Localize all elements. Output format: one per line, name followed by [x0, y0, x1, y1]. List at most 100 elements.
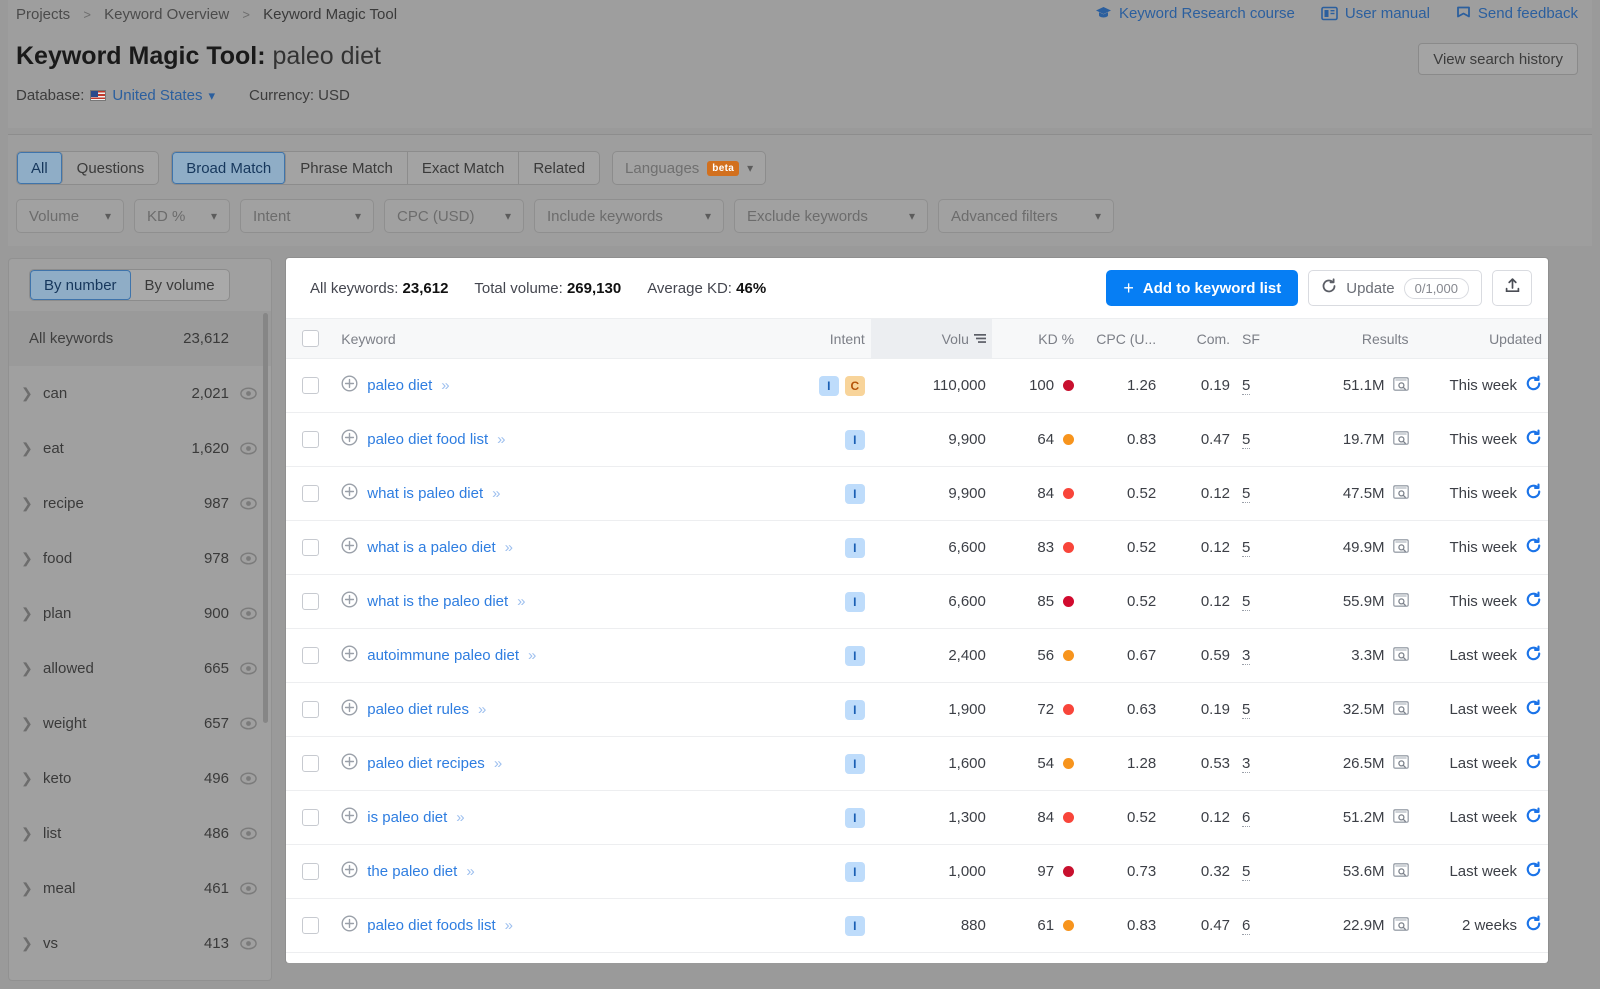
keyword-link[interactable]: what is the paleo diet	[367, 593, 508, 610]
keyword-link[interactable]: paleo diet	[367, 377, 432, 394]
refresh-row-icon[interactable]	[1525, 591, 1542, 612]
eye-icon[interactable]	[229, 662, 257, 675]
chevron-right-icon[interactable]: ❯	[21, 605, 43, 622]
refresh-row-icon[interactable]	[1525, 915, 1542, 936]
row-checkbox[interactable]	[302, 647, 320, 665]
expand-keyword-icon[interactable]: »	[492, 485, 500, 502]
expand-keyword-icon[interactable]: »	[505, 539, 513, 556]
chevron-right-icon[interactable]: ❯	[21, 385, 43, 402]
expand-keyword-icon[interactable]: »	[466, 863, 474, 880]
eye-icon[interactable]	[229, 717, 257, 730]
refresh-row-icon[interactable]	[1525, 429, 1542, 450]
serp-preview-icon[interactable]	[1392, 376, 1409, 395]
serp-preview-icon[interactable]	[1392, 430, 1409, 449]
intent-badge-i[interactable]: I	[844, 807, 865, 828]
sidebar-toggle-by-volume[interactable]: By volume	[131, 270, 229, 300]
eye-icon[interactable]	[229, 442, 257, 455]
chevron-down-icon[interactable]: ▾	[208, 88, 215, 104]
serp-preview-icon[interactable]	[1392, 808, 1409, 827]
keyword-link[interactable]: autoimmune paleo diet	[367, 647, 519, 664]
sidebar-group-row[interactable]: ❯ recipe 987	[9, 476, 271, 531]
add-keyword-icon[interactable]	[341, 645, 358, 666]
intent-badge-i[interactable]: I	[844, 699, 865, 720]
sidebar-group-row[interactable]: ❯ eat 1,620	[9, 421, 271, 476]
sidebar-item-all-keywords[interactable]: All keywords 23,612	[9, 311, 271, 366]
intent-badge-i[interactable]: I	[818, 375, 839, 396]
table-row[interactable]: autoimmune paleo diet » I 2,400 56 0.67 0.59 3 3…	[286, 628, 1548, 683]
chevron-right-icon[interactable]: ❯	[21, 440, 43, 457]
add-keyword-icon[interactable]	[341, 429, 358, 450]
row-checkbox[interactable]	[302, 593, 320, 611]
serp-preview-icon[interactable]	[1392, 484, 1409, 503]
refresh-row-icon[interactable]	[1525, 753, 1542, 774]
serp-preview-icon[interactable]	[1392, 538, 1409, 557]
refresh-row-icon[interactable]	[1525, 807, 1542, 828]
keyword-link[interactable]: paleo diet foods list	[367, 917, 495, 934]
row-checkbox[interactable]	[302, 701, 320, 719]
expand-keyword-icon[interactable]: »	[478, 701, 486, 718]
table-row[interactable]: what is paleo diet » I 9,900 84 0.52 0.12 5 47.5…	[286, 466, 1548, 521]
view-search-history-button[interactable]: View search history	[1418, 43, 1578, 75]
expand-keyword-icon[interactable]: »	[505, 917, 513, 934]
tab-all[interactable]: All	[17, 152, 63, 184]
table-row[interactable]: paleo diet food list » I 9,900 64 0.83 0.47 5 19…	[286, 412, 1548, 467]
chevron-right-icon[interactable]: ❯	[21, 825, 43, 842]
expand-keyword-icon[interactable]: »	[517, 593, 525, 610]
intent-badge-i[interactable]: I	[844, 537, 865, 558]
breadcrumb-item-projects[interactable]: Projects	[16, 6, 70, 23]
intent-badge-i[interactable]: I	[844, 915, 865, 936]
refresh-row-icon[interactable]	[1525, 645, 1542, 666]
eye-icon[interactable]	[229, 552, 257, 565]
filter-intent[interactable]: Intent ▾	[240, 199, 374, 233]
add-keyword-icon[interactable]	[341, 861, 358, 882]
keyword-link[interactable]: paleo diet food list	[367, 431, 488, 448]
breadcrumb-item-keyword-magic-tool[interactable]: Keyword Magic Tool	[263, 6, 397, 23]
chevron-right-icon[interactable]: ❯	[21, 660, 43, 677]
languages-dropdown[interactable]: Languages beta ▾	[612, 151, 767, 185]
col-intent[interactable]: Intent	[776, 318, 871, 359]
intent-badge-i[interactable]: I	[844, 753, 865, 774]
serp-preview-icon[interactable]	[1392, 646, 1409, 665]
user-manual-link[interactable]: User manual	[1321, 5, 1430, 22]
filter-include-keywords[interactable]: Include keywords ▾	[534, 199, 724, 233]
sf-value[interactable]: 5	[1242, 539, 1251, 557]
intent-badge-c[interactable]: C	[844, 375, 865, 396]
tab-questions[interactable]: Questions	[63, 152, 159, 184]
keyword-link[interactable]: paleo diet rules	[367, 701, 469, 718]
add-keyword-icon[interactable]	[341, 915, 358, 936]
sidebar-group-row[interactable]: ❯ food 978	[9, 531, 271, 586]
add-to-keyword-list-button[interactable]: + Add to keyword list	[1106, 270, 1299, 306]
update-button[interactable]: Update 0/1,000	[1308, 270, 1482, 306]
row-checkbox[interactable]	[302, 431, 320, 449]
tab-phrase-match[interactable]: Phrase Match	[286, 152, 408, 184]
serp-preview-icon[interactable]	[1392, 592, 1409, 611]
add-keyword-icon[interactable]	[341, 483, 358, 504]
row-checkbox[interactable]	[302, 755, 320, 773]
col-cpc[interactable]: CPC (U...	[1080, 318, 1163, 359]
chevron-right-icon[interactable]: ❯	[21, 715, 43, 732]
keyword-link[interactable]: the paleo diet	[367, 863, 457, 880]
table-row[interactable]: is paleo diet » I 1,300 84 0.52 0.12 6 51.2M Last…	[286, 790, 1548, 845]
col-sf[interactable]: SF	[1236, 318, 1282, 359]
sidebar-group-row[interactable]: ❯ plan 900	[9, 586, 271, 641]
sidebar-group-row[interactable]: ❯ list 486	[9, 806, 271, 861]
col-results[interactable]: Results	[1281, 318, 1415, 359]
filter-exclude-keywords[interactable]: Exclude keywords ▾	[734, 199, 928, 233]
col-com[interactable]: Com.	[1162, 318, 1237, 359]
row-checkbox[interactable]	[302, 917, 320, 935]
tab-broad-match[interactable]: Broad Match	[172, 152, 287, 184]
sf-value[interactable]: 3	[1242, 755, 1251, 773]
add-keyword-icon[interactable]	[341, 699, 358, 720]
add-keyword-icon[interactable]	[341, 537, 358, 558]
serp-preview-icon[interactable]	[1392, 754, 1409, 773]
serp-preview-icon[interactable]	[1392, 916, 1409, 935]
table-row[interactable]: paleo diet » I C 110,000 100 1.26 0.19 5 51.1M Thi…	[286, 358, 1548, 413]
sf-value[interactable]: 5	[1242, 701, 1251, 719]
database-value[interactable]: United States	[112, 87, 202, 104]
col-kd[interactable]: KD %	[991, 318, 1081, 359]
intent-badge-i[interactable]: I	[844, 861, 865, 882]
table-row[interactable]: the paleo diet » I 1,000 97 0.73 0.32 5 53.6M Las…	[286, 844, 1548, 899]
chevron-right-icon[interactable]: ❯	[21, 495, 43, 512]
expand-keyword-icon[interactable]: »	[456, 809, 464, 826]
table-row[interactable]: what is a paleo diet » I 6,600 83 0.52 0.12 5 49…	[286, 520, 1548, 575]
